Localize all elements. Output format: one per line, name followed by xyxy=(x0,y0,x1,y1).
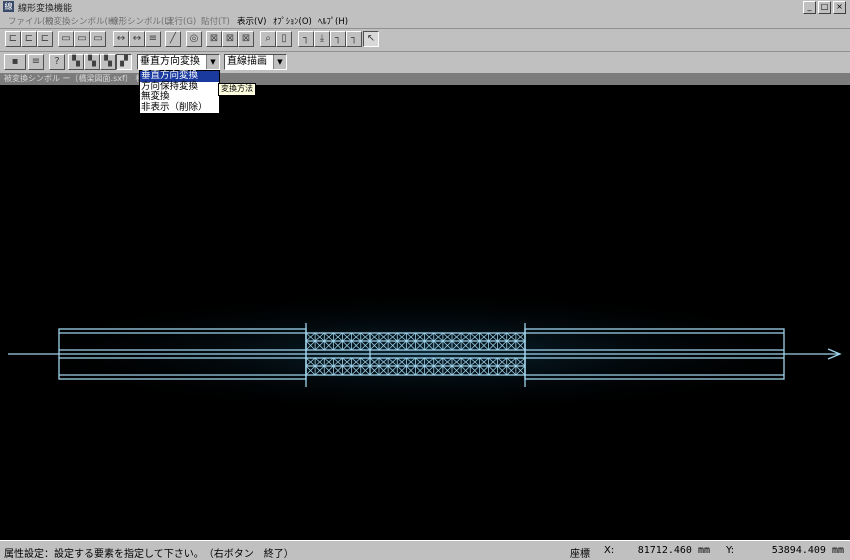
line-tool-1-button[interactable]: ┐ xyxy=(298,31,314,47)
list-button[interactable]: ≡ xyxy=(28,54,44,70)
open-line-button[interactable]: ⊏ xyxy=(37,31,53,47)
pointer-tool-button[interactable]: ↖ xyxy=(363,31,379,47)
paste-button[interactable]: ▭ xyxy=(74,31,90,47)
transform-method-select[interactable]: 垂直方向変換 ▼ xyxy=(137,54,220,70)
drawing-svg xyxy=(0,290,850,415)
line-tool-2-button[interactable]: ⤓ xyxy=(314,31,330,47)
dropdown-option[interactable]: 無変換 xyxy=(140,91,219,103)
copy-button[interactable]: ▭ xyxy=(58,31,74,47)
attribute-toolbar: ▪ ≡ ? ▚ ▚ ▚ ▞ 垂直方向変換 ▼ 直線描画 ▼ xyxy=(0,52,850,73)
close-button[interactable]: × xyxy=(833,1,846,14)
symbol-tool-1-button[interactable]: ▚ xyxy=(68,54,84,70)
tooltip: 変換方法 xyxy=(218,83,256,96)
menu-source-symbol[interactable]: 被変換シンボル(H) xyxy=(45,15,118,27)
x-coordinate-value: 81712.460 mm xyxy=(637,545,710,556)
move-left-button[interactable]: ↔ xyxy=(113,31,129,47)
main-toolbar: ⊏ ⊏ ⊏ ▭ ▭ ▭ ↔ ↔ ≡ ╱ ◎ ⊠ ⊠ ⊠ ⌕ ▯ ┐ ⤓ ┐ ┐ … xyxy=(0,29,850,52)
chevron-down-icon[interactable]: ▼ xyxy=(273,55,286,69)
display-toggle-button[interactable]: ▪ xyxy=(4,54,26,70)
dropdown-option[interactable]: 非表示（削除） xyxy=(140,102,219,114)
open-file-button[interactable]: ⊏ xyxy=(5,31,21,47)
document-path-bar: 被変換シンボル ー〔橋梁図面.sxf〕 相手 xyxy=(0,73,850,85)
open-symbol-button[interactable]: ⊏ xyxy=(21,31,37,47)
highlight-glow xyxy=(0,290,850,415)
align-button[interactable]: ≡ xyxy=(145,31,161,47)
delete-button[interactable]: ▭ xyxy=(90,31,106,47)
title-bar: 線 線形変換機能 _ □ × xyxy=(0,0,850,14)
window-title: 線形変換機能 xyxy=(18,4,73,14)
minimize-button[interactable]: _ xyxy=(803,1,816,14)
coordinate-label: 座標 xyxy=(570,549,590,560)
maximize-button[interactable]: □ xyxy=(818,1,831,14)
menu-bar: ファイル(F) 被変換シンボル(H) 線形シンボル(L) 実行(G) 貼付(T)… xyxy=(0,14,850,29)
transform-method-value: 垂直方向変換 xyxy=(140,56,200,67)
menu-view[interactable]: 表示(V) xyxy=(237,15,266,27)
app-icon: 線 xyxy=(3,1,14,12)
y-label: Y: xyxy=(726,545,735,556)
circle-button[interactable]: ◎ xyxy=(186,31,202,47)
menu-help[interactable]: ﾍﾙﾌﾟ(H) xyxy=(318,15,348,27)
draw-mode-value: 直線描画 xyxy=(227,56,267,67)
status-message: 属性設定：設定する要素を指定して下さい。 （右ボタン 終了） xyxy=(4,549,294,560)
window-controls: _ □ × xyxy=(803,1,846,14)
draw-mode-select[interactable]: 直線描画 ▼ xyxy=(224,54,287,70)
menu-paste[interactable]: 貼付(T) xyxy=(201,15,230,27)
zoom-all-button[interactable]: ⊠ xyxy=(238,31,254,47)
y-coordinate-value: 53894.409 mm xyxy=(771,545,844,556)
help-icon[interactable]: ? xyxy=(49,54,65,70)
window-view-button[interactable]: ▯ xyxy=(276,31,292,47)
symbol-tool-4-button[interactable]: ▞ xyxy=(116,54,132,70)
symbol-tool-3-button[interactable]: ▚ xyxy=(100,54,116,70)
chevron-down-icon[interactable]: ▼ xyxy=(206,55,219,69)
dropdown-option[interactable]: 垂直方向変換 xyxy=(140,70,219,82)
drawing-canvas[interactable] xyxy=(0,85,850,540)
line-tool-3-button[interactable]: ┐ xyxy=(330,31,346,47)
menu-options[interactable]: ｵﾌﾟｼｮﾝ(O) xyxy=(273,15,312,27)
x-label: X: xyxy=(604,545,615,556)
move-right-button[interactable]: ↔ xyxy=(129,31,145,47)
symbol-tool-2-button[interactable]: ▚ xyxy=(84,54,100,70)
line-tool-4-button[interactable]: ┐ xyxy=(346,31,362,47)
zoom-out-button[interactable]: ⊠ xyxy=(222,31,238,47)
magnify-icon[interactable]: ⌕ xyxy=(260,31,276,47)
zoom-in-button[interactable]: ⊠ xyxy=(206,31,222,47)
status-bar: 属性設定：設定する要素を指定して下さい。 （右ボタン 終了） 座標 X: 817… xyxy=(0,540,850,560)
transform-method-dropdown: 垂直方向変換 方向保持変換 無変換 非表示（削除） xyxy=(139,70,220,114)
pen-button[interactable]: ╱ xyxy=(165,31,181,47)
document-path-text: 被変換シンボル ー〔橋梁図面.sxf〕 相手 xyxy=(4,74,152,83)
menu-line-symbol[interactable]: 線形シンボル(L) xyxy=(110,15,172,27)
menu-execute[interactable]: 実行(G) xyxy=(166,15,196,27)
